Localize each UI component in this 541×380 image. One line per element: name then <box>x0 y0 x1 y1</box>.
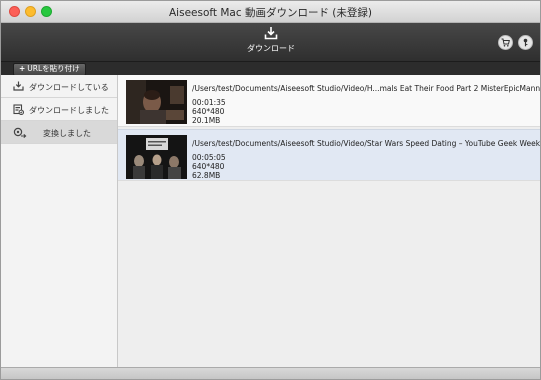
video-size: 20.1MB <box>192 116 221 125</box>
video-info: /Users/test/Documents/Aiseesoft Studio/V… <box>192 84 541 125</box>
downloaded-file-icon <box>13 104 25 117</box>
window-title: Aiseesoft Mac 動画ダウンロード (未登録) <box>169 7 372 19</box>
video-resolution: 640*480 <box>192 107 225 116</box>
account-button[interactable] <box>518 35 533 50</box>
sidebar: ダウンロードしている ダウンロードしました 変換しました <box>1 75 118 367</box>
video-thumbnail <box>126 80 187 124</box>
video-list: /Users/test/Documents/Aiseesoft Studio/V… <box>118 75 540 367</box>
cart-button[interactable] <box>498 35 513 50</box>
video-path: /Users/test/Documents/Aiseesoft Studio/V… <box>192 139 541 148</box>
toolbar: ダウンロード <box>1 23 540 61</box>
video-row[interactable]: /Users/test/Documents/Aiseesoft Studio/V… <box>118 129 540 181</box>
video-size: 62.8MB <box>192 171 221 180</box>
sidebar-item-converted[interactable]: 変換しました <box>1 121 117 144</box>
app-window: Aiseesoft Mac 動画ダウンロード (未登録) ダウンロード + UR… <box>0 0 541 380</box>
video-resolution: 640*480 <box>192 162 225 171</box>
download-button[interactable]: ダウンロード <box>241 26 301 58</box>
sidebar-item-label: ダウンロードしました <box>29 106 109 115</box>
video-path: /Users/test/Documents/Aiseesoft Studio/V… <box>192 84 541 93</box>
paste-bar: + URLを貼り付け <box>1 61 540 76</box>
status-bar <box>1 367 540 379</box>
video-info: /Users/test/Documents/Aiseesoft Studio/V… <box>192 139 541 180</box>
sidebar-item-label: ダウンロードしている <box>29 83 109 92</box>
video-row[interactable]: /Users/test/Documents/Aiseesoft Studio/V… <box>118 75 540 127</box>
video-duration: 00:01:35 <box>192 98 226 107</box>
plus-icon: + <box>19 64 26 73</box>
download-label: ダウンロード <box>247 44 295 53</box>
download-tray-icon <box>13 81 24 93</box>
sidebar-item-downloading[interactable]: ダウンロードしている <box>1 75 117 98</box>
paste-url-label: URLを貼り付け <box>27 64 80 73</box>
sidebar-item-downloaded[interactable]: ダウンロードしました <box>1 98 117 121</box>
sidebar-item-label: 変換しました <box>43 129 91 138</box>
video-thumbnail <box>126 135 187 179</box>
convert-icon <box>13 127 27 141</box>
video-duration: 00:05:05 <box>192 153 226 162</box>
title-bar: Aiseesoft Mac 動画ダウンロード (未登録) <box>1 1 540 23</box>
download-icon <box>241 26 301 40</box>
